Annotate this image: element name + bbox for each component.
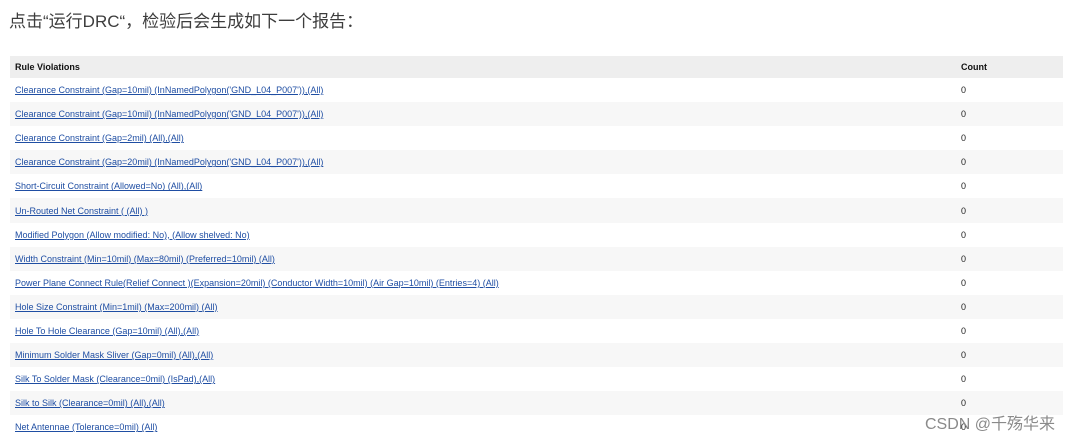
header-rule-violations: Rule Violations	[10, 56, 956, 78]
rule-violation-link[interactable]: Silk to Silk (Clearance=0mil) (All),(All…	[15, 398, 165, 408]
rule-cell: Net Antennae (Tolerance=0mil) (All)	[10, 415, 956, 439]
rule-cell: Un-Routed Net Constraint ( (All) )	[10, 198, 956, 223]
rule-cell: Short-Circuit Constraint (Allowed=No) (A…	[10, 174, 956, 198]
watermark: CSDN @千殇华来	[924, 416, 1055, 433]
violation-count: 0	[960, 181, 966, 192]
violation-count: 0	[960, 374, 966, 385]
violation-count: 0	[960, 85, 966, 96]
rule-violation-link[interactable]: Modified Polygon (Allow modified: No), (…	[15, 230, 250, 240]
table-row: Hole To Hole Clearance (Gap=10mil) (All)…	[10, 319, 1063, 343]
rule-cell: Modified Polygon (Allow modified: No), (…	[10, 223, 956, 247]
rule-violation-link[interactable]: Net Antennae (Tolerance=0mil) (All)	[15, 422, 157, 432]
rule-violation-link[interactable]: Clearance Constraint (Gap=20mil) (InName…	[15, 157, 323, 167]
table-row: Clearance Constraint (Gap=20mil) (InName…	[10, 150, 1063, 175]
violation-count: 0	[955, 150, 1063, 175]
rule-violation-link[interactable]: Un-Routed Net Constraint ( (All) )	[15, 206, 148, 216]
violation-count: 0	[960, 325, 966, 336]
rule-cell: Width Constraint (Min=10mil) (Max=80mil)…	[10, 246, 956, 271]
rule-violation-link[interactable]: Hole Size Constraint (Min=1mil) (Max=200…	[15, 302, 218, 312]
violation-count: 0	[955, 198, 1063, 223]
table-row: Width Constraint (Min=10mil) (Max=80mil)…	[10, 246, 1063, 271]
table-row: Net Antennae (Tolerance=0mil) (All) 0	[10, 415, 1063, 439]
violation-count: 0	[955, 246, 1063, 271]
violation-count: 0	[955, 294, 1063, 319]
rule-violation-link[interactable]: Clearance Constraint (Gap=2mil) (All),(A…	[15, 133, 184, 143]
table-row: Silk To Solder Mask (Clearance=0mil) (Is…	[10, 367, 1063, 391]
rule-cell: Minimum Solder Mask Sliver (Gap=0mil) (A…	[10, 343, 956, 368]
rule-cell: Hole To Hole Clearance (Gap=10mil) (All)…	[10, 319, 956, 343]
rule-violation-link[interactable]: Short-Circuit Constraint (Allowed=No) (A…	[15, 181, 202, 191]
table-row: Power Plane Connect Rule(Relief Connect …	[10, 271, 1063, 295]
rule-violation-link[interactable]: Power Plane Connect Rule(Relief Connect …	[15, 278, 499, 288]
table-row: Hole Size Constraint (Min=1mil) (Max=200…	[10, 294, 1063, 319]
table-row: Minimum Solder Mask Sliver (Gap=0mil) (A…	[10, 343, 1063, 368]
rule-cell: Power Plane Connect Rule(Relief Connect …	[10, 271, 956, 295]
table-row: Modified Polygon (Allow modified: No), (…	[10, 223, 1063, 247]
table-row: Un-Routed Net Constraint ( (All) ) 0	[10, 198, 1063, 223]
rule-violation-link[interactable]: Silk To Solder Mask (Clearance=0mil) (Is…	[15, 374, 215, 384]
rule-cell: Clearance Constraint (Gap=10mil) (InName…	[10, 78, 956, 102]
violation-count: 0	[955, 343, 1063, 368]
table-row: Clearance Constraint (Gap=10mil) (InName…	[10, 78, 1063, 102]
rule-cell: Hole Size Constraint (Min=1mil) (Max=200…	[10, 294, 956, 319]
rule-violation-link[interactable]: Clearance Constraint (Gap=10mil) (InName…	[15, 109, 323, 119]
rule-cell: Silk To Solder Mask (Clearance=0mil) (Is…	[10, 367, 956, 391]
violation-count: 0	[960, 133, 966, 144]
rule-cell: Clearance Constraint (Gap=20mil) (InName…	[10, 150, 956, 175]
table-row: Clearance Constraint (Gap=10mil) (InName…	[10, 102, 1063, 127]
table-row: Silk to Silk (Clearance=0mil) (All),(All…	[10, 391, 1063, 416]
table-row: Clearance Constraint (Gap=2mil) (All),(A…	[10, 126, 1063, 150]
rule-violation-link[interactable]: Clearance Constraint (Gap=10mil) (InName…	[15, 85, 323, 95]
rule-violation-link[interactable]: Width Constraint (Min=10mil) (Max=80mil)…	[15, 254, 275, 264]
rule-cell: Clearance Constraint (Gap=10mil) (InName…	[10, 102, 956, 127]
intro-text: 点击“运行DRC“，检验后会生成如下一个报告：	[9, 12, 364, 31]
violation-count: 0	[955, 102, 1063, 127]
table-body: Clearance Constraint (Gap=10mil) (InName…	[10, 78, 1063, 439]
violation-count: 0	[960, 277, 966, 288]
header-count: Count	[955, 56, 1063, 78]
rule-cell: Clearance Constraint (Gap=2mil) (All),(A…	[10, 126, 956, 150]
violation-count: 0	[960, 229, 966, 240]
drc-report-table: Rule Violations Count Clearance Constrai…	[10, 56, 1063, 439]
table-row: Short-Circuit Constraint (Allowed=No) (A…	[10, 174, 1063, 198]
table-header-row: Rule Violations Count	[10, 56, 1063, 78]
rule-cell: Silk to Silk (Clearance=0mil) (All),(All…	[10, 391, 956, 416]
rule-violation-link[interactable]: Minimum Solder Mask Sliver (Gap=0mil) (A…	[15, 350, 213, 360]
rule-violation-link[interactable]: Hole To Hole Clearance (Gap=10mil) (All)…	[15, 326, 199, 336]
